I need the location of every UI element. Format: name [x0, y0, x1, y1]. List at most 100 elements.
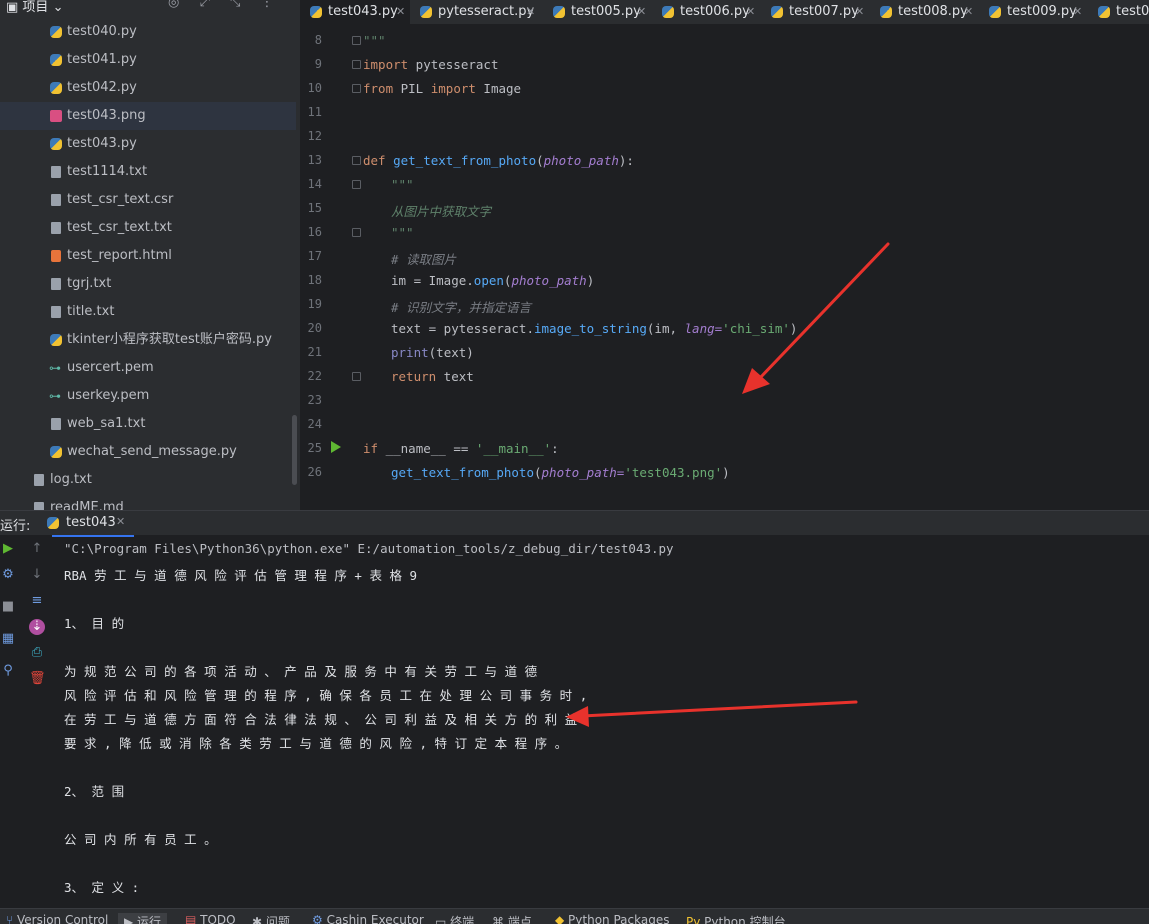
close-icon[interactable]: ✕	[855, 0, 864, 23]
python-file-icon	[50, 138, 62, 150]
tab-test009[interactable]: test009.py ✕	[979, 0, 1089, 24]
code-param: photo_path	[511, 273, 587, 288]
arrow-up-icon[interactable]: ↑	[29, 541, 45, 557]
rerun-icon[interactable]: ▶	[0, 541, 16, 557]
project-title[interactable]: ▣ 项目 ⌄	[6, 0, 63, 15]
close-icon[interactable]: ✕	[526, 0, 535, 23]
scroll-to-end-icon[interactable]: ⇣	[29, 619, 45, 635]
tab-test01[interactable]: test01	[1088, 0, 1149, 24]
stop-icon[interactable]: ■	[0, 599, 16, 615]
code-keyword: from	[363, 81, 394, 96]
code-line-26: get_text_from_photo(photo_path='test043.…	[391, 465, 730, 480]
tree-item[interactable]: wechat_send_message.py	[0, 438, 300, 466]
tab-test008[interactable]: test008.py ✕	[870, 0, 980, 24]
close-icon[interactable]: ✕	[1073, 0, 1082, 23]
tab-test005[interactable]: test005.py ✕	[543, 0, 653, 24]
html-file-icon	[51, 250, 61, 262]
tree-item[interactable]: test_report.html	[0, 242, 300, 270]
tree-item[interactable]: test_csr_text.csr	[0, 186, 300, 214]
toolwindow-python-packages[interactable]: ◆ Python Packages	[555, 913, 669, 924]
tree-item[interactable]: test042.py	[0, 74, 300, 102]
tree-item-label: web_sa1.txt	[67, 416, 146, 431]
tree-item-selected[interactable]: test043.png	[0, 102, 296, 130]
print-icon[interactable]: ⎙	[29, 645, 45, 661]
toolwindow-cashin-executor[interactable]: ⚙ Cashin Executor	[312, 913, 424, 924]
tree-item[interactable]: title.txt	[0, 298, 300, 326]
python-file-icon	[310, 6, 322, 18]
tree-item[interactable]: log.txt	[0, 466, 300, 494]
close-icon[interactable]: ✕	[396, 0, 405, 23]
tab-pytesseract[interactable]: pytesseract.py ✕	[410, 0, 540, 24]
tree-item[interactable]: tkinter小程序获取test账户密码.py	[0, 326, 300, 354]
code-line-9: import pytesseract	[363, 57, 498, 72]
packages-icon: ◆	[555, 913, 569, 924]
code-comment: # 识别文字，并指定语言	[391, 300, 532, 315]
code-editor[interactable]: 8 9 10 11 12 13 14 15 16 17 18 19 20 21 …	[300, 24, 1149, 484]
run-tab-test043[interactable]: test043 ✕	[36, 511, 134, 537]
fold-marker-icon[interactable]	[352, 180, 361, 189]
code-line-17: # 读取图片	[391, 249, 456, 268]
code-method: open	[473, 273, 504, 288]
code-docstring: 从图片中获取文字	[391, 204, 492, 219]
code-string: 'chi_sim'	[722, 321, 790, 336]
code-line-10: from PIL import Image	[363, 81, 521, 96]
tree-item[interactable]: test1114.txt	[0, 158, 300, 186]
toolwindow-todo[interactable]: ▤ TODO	[185, 913, 236, 924]
toolwindow-terminal[interactable]: ▭ 终端	[435, 913, 474, 924]
tree-item[interactable]: ⊶ usercert.pem	[0, 354, 300, 382]
tree-item[interactable]: tgrj.txt	[0, 270, 300, 298]
code-keyword: if	[363, 441, 379, 456]
close-icon[interactable]: ✕	[746, 0, 755, 23]
console-output[interactable]: "C:\Program Files\Python36\python.exe" E…	[64, 535, 1144, 900]
settings-icon[interactable]: ⚙	[0, 567, 16, 583]
tree-item[interactable]: test_csr_text.txt	[0, 214, 300, 242]
tab-test006[interactable]: test006.py ✕	[652, 0, 762, 24]
toolwindow-version-control[interactable]: ⑂ Version Control	[6, 913, 108, 924]
tree-item[interactable]: web_sa1.txt	[0, 410, 300, 438]
line-number: 16	[307, 225, 322, 239]
code-string: 'test043.png'	[624, 465, 723, 480]
close-icon[interactable]: ✕	[116, 515, 125, 528]
tree-item[interactable]: readME.md	[0, 494, 300, 510]
console-line: RBA 劳 工 与 道 德 风 险 评 估 管 理 程 序 + 表 格 9	[64, 568, 418, 583]
code-line-22: return text	[391, 369, 474, 384]
fold-marker-icon[interactable]	[352, 372, 361, 381]
line-number: 10	[307, 81, 322, 95]
python-file-icon	[50, 26, 62, 38]
arrow-down-icon[interactable]: ↓	[29, 567, 45, 583]
close-icon[interactable]: ✕	[964, 0, 973, 23]
tree-item[interactable]: test040.py	[0, 18, 300, 46]
toolwindow-python-console[interactable]: P͟y Python 控制台	[686, 913, 786, 924]
trash-icon[interactable]: 🗑	[29, 671, 46, 687]
python-file-icon	[50, 334, 62, 346]
line-number: 23	[307, 393, 322, 407]
fold-marker-icon[interactable]	[352, 36, 361, 45]
tree-item[interactable]: test043.py	[0, 130, 300, 158]
code-docstring: """	[363, 33, 386, 48]
layout-icon[interactable]: ▦	[0, 631, 16, 647]
console-line: 在 劳 工 与 道 德 方 面 符 合 法 律 法 规 、 公 司 利 益 及 …	[64, 712, 578, 727]
run-gutter-icon[interactable]	[331, 441, 341, 453]
fold-marker-icon[interactable]	[352, 156, 361, 165]
fold-marker-icon[interactable]	[352, 84, 361, 93]
console-line: 2、 范 围	[64, 784, 125, 799]
tree-item-label: test043.png	[67, 108, 146, 123]
fold-marker-icon[interactable]	[352, 228, 361, 237]
line-number: 18	[307, 273, 322, 287]
pin-icon[interactable]: ⚲	[0, 663, 16, 679]
toolwindow-problems[interactable]: ✱ 问题	[252, 913, 290, 924]
project-scrollbar[interactable]	[292, 415, 297, 485]
fold-marker-icon[interactable]	[352, 60, 361, 69]
toolwindow-run[interactable]: ▶ 运行	[118, 913, 168, 924]
soft-wrap-icon[interactable]: ≡	[29, 593, 45, 609]
tree-item[interactable]: ⊶ userkey.pem	[0, 382, 300, 410]
python-file-icon	[1098, 6, 1110, 18]
tab-test007[interactable]: test007.py ✕	[761, 0, 871, 24]
line-number: 24	[307, 417, 322, 431]
tree-item[interactable]: test041.py	[0, 46, 300, 74]
tab-test043[interactable]: test043.py ✕	[300, 0, 410, 24]
project-toolbar-icons[interactable]: ◎ ⤢ ⤡ ⋮	[168, 0, 282, 10]
close-icon[interactable]: ✕	[637, 0, 646, 23]
project-header: ▣ 项目 ⌄ ◎ ⤢ ⤡ ⋮	[0, 0, 300, 15]
toolwindow-endpoints[interactable]: ⌘ 端点	[492, 913, 532, 924]
